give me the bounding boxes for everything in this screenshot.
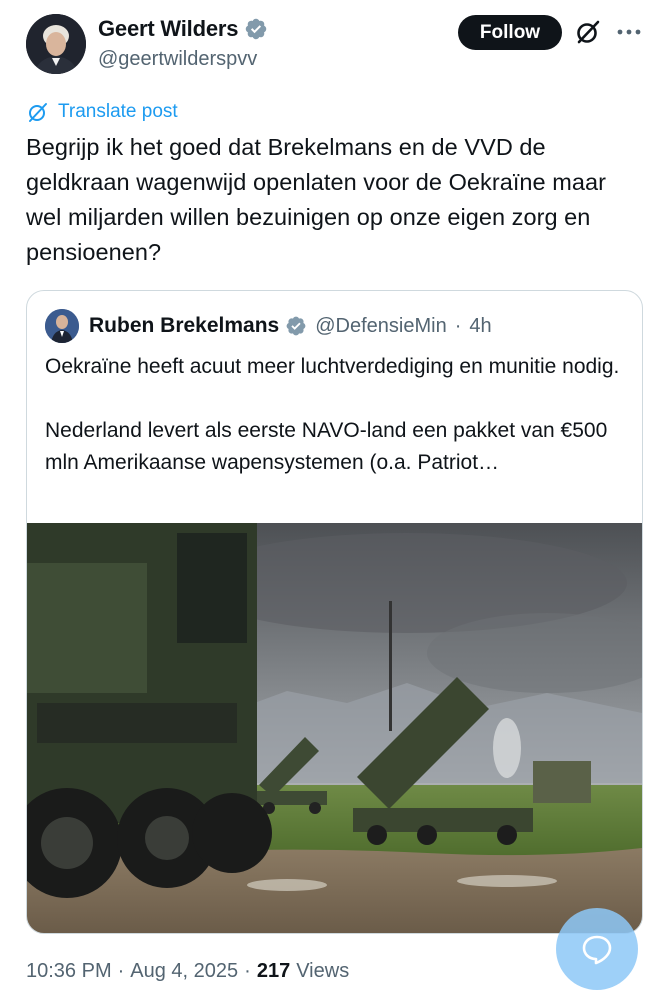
chat-bubble-icon bbox=[582, 935, 612, 965]
author-name-row: Geert Wilders bbox=[98, 16, 268, 42]
quoted-separator: · bbox=[454, 314, 462, 337]
quoted-author-avatar bbox=[45, 309, 79, 343]
views-label: Views bbox=[296, 960, 350, 982]
meta-separator: · bbox=[117, 960, 125, 982]
more-icon[interactable] bbox=[614, 22, 644, 42]
translate-post-label[interactable]: Translate post bbox=[58, 101, 178, 123]
translate-icon bbox=[29, 103, 47, 122]
quoted-post-time: 4h bbox=[469, 314, 492, 337]
author-display-name[interactable]: Geert Wilders bbox=[98, 16, 238, 42]
verified-badge-icon bbox=[246, 18, 267, 40]
quoted-author-handle: @DefensieMin bbox=[315, 314, 447, 337]
grok-icon[interactable] bbox=[574, 18, 602, 46]
author-handle[interactable]: @geertwilderspvv bbox=[98, 48, 257, 71]
post-date[interactable]: Aug 4, 2025 bbox=[130, 960, 238, 983]
quoted-post-header: Ruben Brekelmans @DefensieMin · 4h bbox=[45, 309, 492, 343]
meta-separator: · bbox=[244, 960, 251, 982]
verified-badge-icon bbox=[286, 316, 306, 336]
quoted-post-text: Oekraïne heeft acuut meer luchtverdedigi… bbox=[45, 355, 620, 474]
quoted-author-name: Ruben Brekelmans bbox=[89, 314, 280, 337]
quoted-post[interactable]: Ruben Brekelmans @DefensieMin · 4h Oekra… bbox=[26, 290, 643, 934]
follow-button[interactable]: Follow bbox=[458, 15, 562, 50]
post-meta: 10:36 PM · Aug 4, 2025 · 217 Views bbox=[26, 960, 349, 983]
author-avatar[interactable] bbox=[26, 14, 86, 74]
post-time[interactable]: 10:36 PM bbox=[26, 960, 112, 983]
translate-post-link[interactable]: Translate post bbox=[26, 100, 178, 124]
floating-chat-button[interactable] bbox=[556, 908, 638, 990]
views-count: 217 bbox=[256, 960, 291, 982]
post-text: Begrijp ik het goed dat Brekelmans en de… bbox=[26, 134, 606, 265]
quoted-post-image[interactable] bbox=[27, 523, 642, 933]
